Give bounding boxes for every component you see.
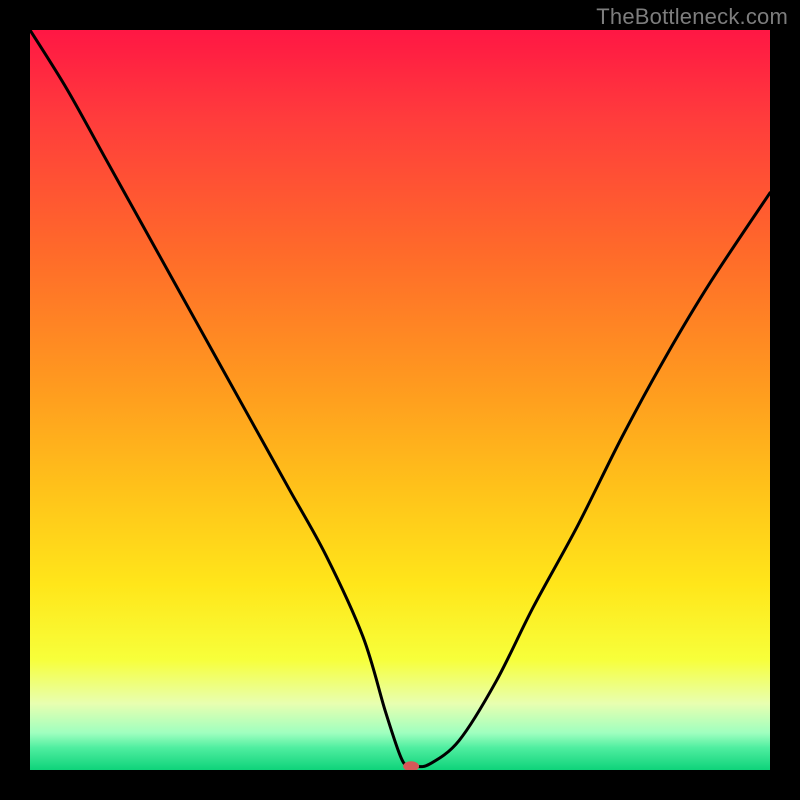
- plot-background-gradient: [30, 30, 770, 770]
- chart-frame: TheBottleneck.com: [0, 0, 800, 800]
- watermark-text: TheBottleneck.com: [596, 4, 788, 30]
- bottleneck-chart: [0, 0, 800, 800]
- bottleneck-marker: [403, 761, 419, 771]
